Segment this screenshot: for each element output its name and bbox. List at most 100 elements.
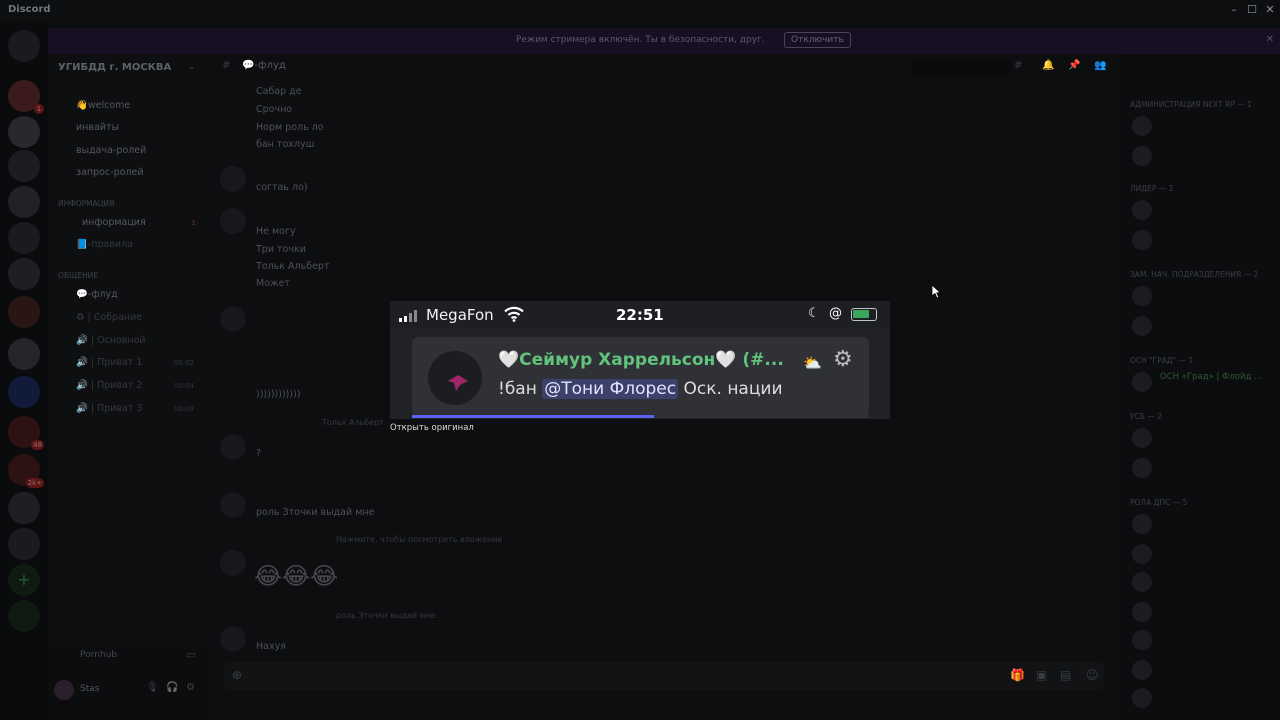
channel-item-flood[interactable]: 💬-флуд [76, 289, 118, 300]
avatar[interactable] [1132, 116, 1152, 136]
reply-preview[interactable]: роль Зточки выдай мне [336, 611, 436, 620]
open-original-link[interactable]: Открыть оригинал [390, 423, 474, 433]
server-name[interactable]: УГИБДД г. МОСКВА [58, 62, 171, 73]
attachment-reply[interactable]: Нажмите, чтобы посмотреть вложение [336, 535, 502, 544]
gear-icon[interactable]: ⚙ [186, 682, 195, 693]
gif-icon[interactable]: ▣ [1036, 668, 1047, 682]
server-icon[interactable] [8, 150, 40, 182]
moon-icon: ☾ [808, 306, 820, 321]
member-category: ЗАМ. НАЧ. ПОДРАЗДЕЛЕНИЯ — 2 [1130, 270, 1259, 279]
minimize-button[interactable]: – [1224, 3, 1244, 16]
category-talk[interactable]: ОБЩЕНИЕ [58, 271, 98, 280]
user-mention[interactable]: @Тони Флорес [542, 379, 679, 399]
channel-item[interactable]: информация [82, 217, 146, 228]
close-icon[interactable]: ✕ [1266, 34, 1274, 45]
server-icon[interactable] [8, 116, 40, 148]
avatar[interactable] [220, 434, 246, 460]
avatar[interactable] [1132, 372, 1152, 392]
explore-servers-icon[interactable] [8, 600, 40, 632]
pin-icon[interactable]: 📌 [1068, 60, 1080, 71]
sticker-icon[interactable]: ▤ [1060, 668, 1071, 682]
server-icon[interactable]: 2k+ [8, 454, 44, 488]
server-icon[interactable] [8, 492, 40, 524]
category-info[interactable]: ИНФОРМАЦИЯ [58, 199, 114, 208]
voice-timer: 00:02 [173, 359, 194, 367]
channel-sidebar: УГИБДД г. МОСКВА ⌄ 👋welcome инвайты выда… [48, 54, 208, 720]
avatar[interactable] [220, 626, 246, 652]
channel-suffix: (#... [742, 350, 784, 370]
avatar[interactable] [1132, 286, 1152, 306]
app-name: Discord [8, 4, 51, 15]
server-icon[interactable] [8, 296, 40, 328]
server-icon[interactable]: 1 [8, 80, 44, 114]
progress-fill [412, 415, 655, 418]
avatar[interactable] [1132, 630, 1152, 650]
channel-item[interactable]: 📘-правила [76, 239, 133, 250]
home-button[interactable] [8, 30, 40, 62]
avatar[interactable] [1132, 146, 1152, 166]
message-text: ? [256, 448, 262, 459]
message-input[interactable]: ⊕ 🎁 ▣ ▤ ☺ [224, 662, 1104, 690]
avatar[interactable] [1132, 514, 1152, 534]
member-name[interactable]: ОСН «Град» | Флойд ... [1160, 372, 1262, 382]
server-icon[interactable] [8, 186, 40, 218]
image-preview[interactable]: MegaFon 22:51 ☾ @ 🤍Сеймур Харрельсон🤍 (#… [390, 301, 890, 419]
avatar[interactable] [220, 306, 246, 332]
avatar[interactable] [1132, 660, 1152, 680]
headphones-icon[interactable]: 🎧 [166, 682, 178, 693]
avatar[interactable] [1132, 602, 1152, 622]
reply-preview[interactable]: Тольк Альберт [322, 418, 384, 427]
avatar[interactable] [1132, 458, 1152, 478]
disable-streamer-button[interactable]: Отключить [784, 32, 851, 48]
server-icon[interactable] [8, 338, 40, 370]
server-icon[interactable] [8, 376, 40, 408]
channel-item[interactable]: запрос-ролей [76, 167, 144, 178]
server-icon[interactable] [8, 258, 40, 290]
close-window-button[interactable]: ✕ [1260, 3, 1280, 16]
channel-item[interactable]: инвайты [76, 122, 119, 133]
avatar[interactable] [220, 550, 246, 576]
chevron-down-icon[interactable]: ⌄ [188, 62, 196, 72]
streamer-mode-banner: Режим стримера включён. Ты в безопасност… [48, 28, 1280, 54]
gear-icon[interactable]: ⚙ [833, 347, 853, 372]
channel-item[interactable]: 🔊 | Основной [76, 335, 146, 346]
notification-card[interactable]: 🤍Сеймур Харрельсон🤍 (#... ⛅ ⚙ !бан @Тони… [412, 337, 869, 417]
message-text: Не могу [256, 226, 296, 237]
avatar[interactable] [1132, 572, 1152, 592]
bell-icon[interactable]: 🔔 [1042, 60, 1054, 71]
avatar[interactable] [1132, 544, 1152, 564]
avatar[interactable] [54, 680, 74, 700]
server-icon[interactable]: 48 [8, 416, 44, 450]
avatar[interactable] [220, 492, 246, 518]
screen-icon[interactable]: ▭ [186, 650, 195, 661]
channel-item[interactable]: 🔊 | Приват 1 [76, 357, 142, 368]
add-attachment-icon[interactable]: ⊕ [232, 668, 242, 682]
member-category: ЛИДЕР — 2 [1130, 184, 1174, 193]
channel-item[interactable]: 🔊 | Приват 3 [76, 403, 142, 414]
avatar[interactable] [1132, 230, 1152, 250]
search-input[interactable] [912, 60, 1012, 76]
channel-item[interactable]: ♻ | Собрание [76, 312, 142, 323]
avatar[interactable] [1132, 316, 1152, 336]
emoji-icon[interactable]: ☺ [1086, 668, 1099, 682]
threads-icon[interactable]: # [1014, 60, 1022, 71]
members-icon[interactable]: 👥 [1094, 60, 1106, 71]
channel-item[interactable]: выдача-ролей [76, 145, 146, 156]
server-icon[interactable] [8, 528, 40, 560]
microphone-icon[interactable]: 🎙 [146, 682, 159, 693]
avatar[interactable] [220, 166, 246, 192]
avatar[interactable] [220, 208, 246, 234]
channel-item[interactable]: 👋welcome [76, 100, 130, 111]
message-text: Три точки [256, 244, 306, 255]
avatar[interactable] [1132, 428, 1152, 448]
avatar[interactable] [1132, 200, 1152, 220]
server-icon[interactable] [8, 222, 40, 254]
voice-timer: 00:04 [173, 382, 194, 390]
message-text: согтаь ло) [256, 182, 308, 193]
avatar[interactable] [1132, 688, 1152, 708]
channel-item[interactable]: 🔊 | Приват 2 [76, 380, 142, 391]
maximize-button[interactable]: ☐ [1242, 3, 1262, 16]
add-server-icon[interactable]: + [8, 564, 40, 596]
gift-icon[interactable]: 🎁 [1010, 668, 1025, 682]
progress-bar [412, 415, 869, 418]
